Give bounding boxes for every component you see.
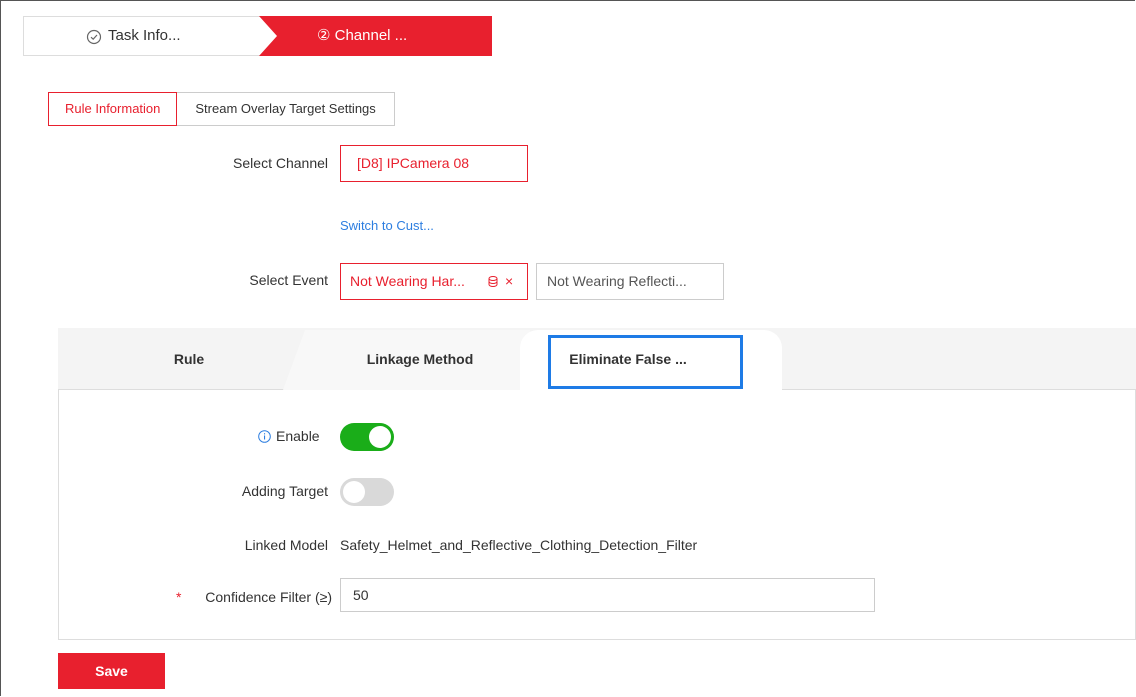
step-channel-label: ② Channel ... [317, 27, 408, 44]
event-chip-not-wearing-reflective[interactable]: Not Wearing Reflecti... [536, 263, 724, 300]
tab-rule-information[interactable]: Rule Information [48, 92, 178, 126]
step-task-info[interactable]: Task Info... [23, 16, 285, 56]
event-chip-text: Not Wearing Reflecti... [547, 273, 687, 289]
switch-to-custom-link[interactable]: Switch to Cust... [340, 218, 434, 233]
save-button[interactable]: Save [58, 653, 165, 689]
selected-channel-chip[interactable]: [D8] IPCamera 08 [340, 145, 528, 182]
adding-target-toggle[interactable] [340, 478, 394, 506]
linked-model-value: Safety_Helmet_and_Reflective_Clothing_De… [340, 537, 698, 553]
event-chip-text: Not Wearing Har... [350, 273, 465, 289]
step-task-info-label: Task Info... [108, 27, 181, 44]
database-icon [488, 276, 498, 287]
tab-stream-overlay-target-settings[interactable]: Stream Overlay Target Settings [177, 92, 395, 126]
tab-linkage-method[interactable]: Linkage Method [300, 328, 540, 390]
sub-tab-bar: Rule Information Stream Overlay Target S… [48, 92, 395, 126]
enable-label: Enable [276, 428, 320, 444]
adding-target-label: Adding Target [241, 483, 328, 499]
selected-channel-text: [D8] IPCamera 08 [357, 155, 470, 171]
toggle-knob [343, 481, 365, 503]
tab-rule[interactable]: Rule [58, 328, 320, 390]
step-channel[interactable]: ② Channel ... [259, 16, 492, 56]
confidence-filter-label: Confidence Filter (≥) [205, 589, 332, 605]
linked-model-label: Linked Model [244, 537, 328, 553]
toggle-knob [369, 426, 391, 448]
event-chip-not-wearing-hardhat[interactable]: Not Wearing Har... × [340, 263, 528, 300]
required-asterisk: * [176, 589, 182, 605]
info-icon[interactable] [258, 430, 271, 443]
select-event-label: Select Event [249, 272, 328, 288]
select-channel-label: Select Channel [233, 155, 328, 171]
confidence-filter-input[interactable]: 50 [340, 578, 875, 612]
remove-event-icon[interactable]: × [505, 264, 513, 299]
enable-toggle[interactable] [340, 423, 394, 451]
focus-highlight [548, 335, 743, 389]
check-circle-icon [86, 29, 102, 45]
